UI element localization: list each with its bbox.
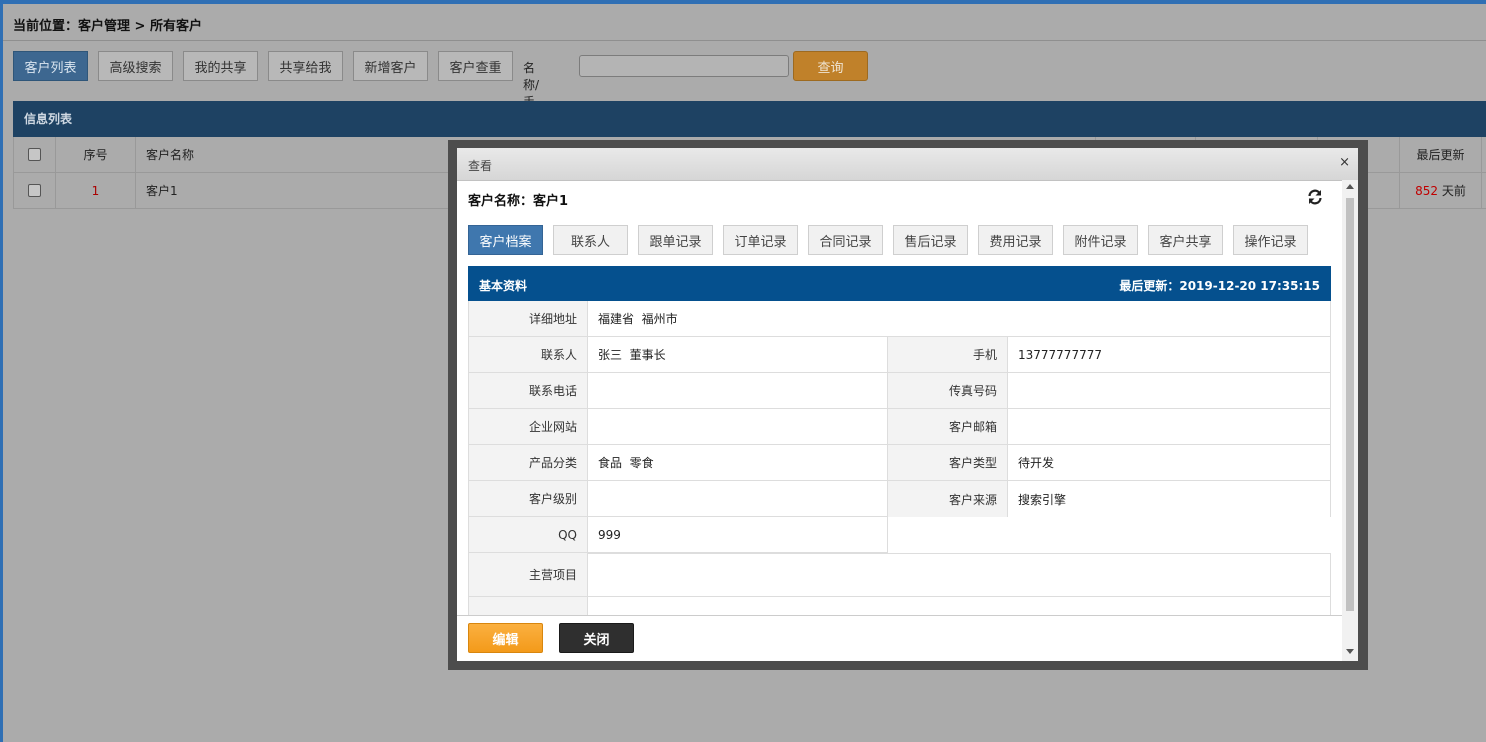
type-label: 客户类型	[888, 445, 1008, 481]
query-button[interactable]: 查询	[793, 51, 868, 81]
basic-info-title: 基本资料	[479, 279, 528, 293]
fax-label: 传真号码	[888, 373, 1008, 409]
top-accent-line	[0, 0, 1486, 4]
customer-name-heading: 客户名称：客户1	[468, 194, 569, 209]
close-icon[interactable]: ×	[1339, 155, 1350, 170]
add-customer-button[interactable]: 新增客户	[353, 51, 428, 81]
tab-follow-up-records[interactable]: 跟单记录	[638, 225, 713, 255]
address-label: 详细地址	[468, 301, 588, 337]
detail-row-business: 主营项目	[468, 553, 1331, 597]
search-input[interactable]	[579, 55, 789, 77]
detail-row-phone: 联系电话 传真号码	[468, 373, 1331, 409]
tab-attachment-records[interactable]: 附件记录	[1063, 225, 1138, 255]
basic-info-table: 详细地址 福建省 福州市 联系人 张三 董事长 手机 13777777777 联…	[468, 301, 1331, 615]
scroll-up-icon[interactable]	[1346, 184, 1354, 189]
modal-title-bar[interactable]: 查看 ×	[457, 148, 1358, 181]
source-label: 客户来源	[888, 481, 1008, 517]
scroll-down-icon[interactable]	[1346, 649, 1354, 654]
detail-row-category: 产品分类 食品 零食 客户类型 待开发	[468, 445, 1331, 481]
customer-list-button[interactable]: 客户列表	[13, 51, 88, 81]
info-list-header: 信息列表	[13, 101, 1486, 137]
fax-value	[1008, 373, 1331, 409]
tab-contacts[interactable]: 联系人	[553, 225, 628, 255]
level-label: 客户级别	[468, 481, 588, 517]
detail-row-website: 企业网站 客户邮箱	[468, 409, 1331, 445]
left-accent-line	[0, 0, 3, 742]
tab-expense-records[interactable]: 费用记录	[978, 225, 1053, 255]
scroll-thumb[interactable]	[1346, 198, 1354, 611]
business-label: 主营项目	[468, 553, 588, 597]
row-last-updated: 852 天前	[1400, 173, 1482, 208]
email-value	[1008, 409, 1331, 445]
refresh-icon[interactable]	[1306, 188, 1324, 206]
phone-value	[588, 373, 888, 409]
website-value	[588, 409, 888, 445]
view-customer-modal: 查看 × 客户名称：客户1 客户档案 联系人 跟单记录 订单记录 合同记录 售后…	[457, 148, 1358, 661]
tab-customer-sharing[interactable]: 客户共享	[1148, 225, 1223, 255]
mobile-label: 手机	[888, 337, 1008, 373]
row-checkbox[interactable]	[28, 184, 41, 197]
detail-row-address: 详细地址 福建省 福州市	[468, 301, 1331, 337]
category-label: 产品分类	[468, 445, 588, 481]
category-value: 食品 零食	[588, 445, 888, 481]
shared-to-me-button[interactable]: 共享给我	[268, 51, 343, 81]
select-all-checkbox[interactable]	[28, 148, 41, 161]
my-shares-button[interactable]: 我的共享	[183, 51, 258, 81]
close-button[interactable]: 关闭	[559, 623, 634, 653]
mobile-value: 13777777777	[1008, 337, 1331, 373]
breadcrumb: 当前位置：客户管理 > 所有客户	[3, 5, 1486, 41]
basic-info-header: 基本资料 最后更新：2019-12-20 17:35:15	[468, 266, 1331, 301]
tab-operation-log[interactable]: 操作记录	[1233, 225, 1308, 255]
modal-footer: 编辑 关闭	[457, 615, 1342, 661]
tab-order-records[interactable]: 订单记录	[723, 225, 798, 255]
row-index: 1	[56, 173, 136, 208]
col-last-updated: 最后更新	[1400, 137, 1482, 172]
source-value: 搜索引擎	[1008, 481, 1331, 517]
level-value	[588, 481, 888, 517]
stale-days-unit: 天前	[1438, 184, 1466, 198]
tab-after-sales-records[interactable]: 售后记录	[893, 225, 968, 255]
contact-label: 联系人	[468, 337, 588, 373]
detail-row-qq: QQ 999	[468, 517, 1331, 553]
duplicate-check-button[interactable]: 客户查重	[438, 51, 513, 81]
qq-value: 999	[588, 517, 888, 553]
tab-customer-profile[interactable]: 客户档案	[468, 225, 543, 255]
qq-label: QQ	[468, 517, 588, 553]
website-label: 企业网站	[468, 409, 588, 445]
stale-days-count: 852	[1415, 183, 1439, 198]
modal-title: 查看	[468, 159, 493, 173]
edit-button[interactable]: 编辑	[468, 623, 543, 653]
col-index: 序号	[56, 137, 136, 172]
modal-scrollbar[interactable]	[1342, 180, 1358, 661]
phone-label: 联系电话	[468, 373, 588, 409]
detail-row-more	[468, 597, 1331, 615]
contact-value: 张三 董事长	[588, 337, 888, 373]
type-value: 待开发	[1008, 445, 1331, 481]
advanced-search-button[interactable]: 高级搜索	[98, 51, 173, 81]
last-updated-text: 最后更新：2019-12-20 17:35:15	[1119, 279, 1320, 293]
address-value: 福建省 福州市	[588, 301, 1331, 337]
business-value	[588, 553, 1331, 597]
tab-contract-records[interactable]: 合同记录	[808, 225, 883, 255]
email-label: 客户邮箱	[888, 409, 1008, 445]
detail-row-contact: 联系人 张三 董事长 手机 13777777777	[468, 337, 1331, 373]
detail-row-level: 客户级别 客户来源 搜索引擎	[468, 481, 1331, 517]
